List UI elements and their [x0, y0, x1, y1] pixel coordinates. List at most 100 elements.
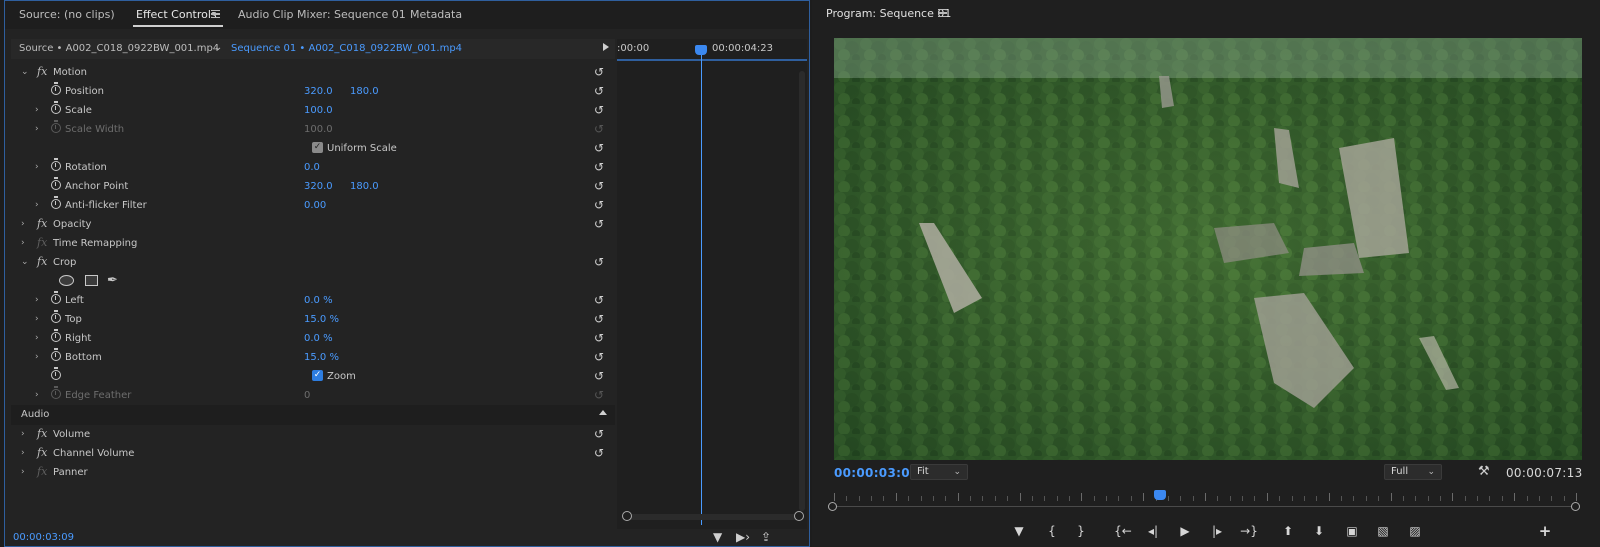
- audio-section-header[interactable]: Audio: [11, 405, 615, 425]
- pen-mask-icon[interactable]: ✒: [107, 273, 118, 288]
- source-clip-label[interactable]: Source • A002_C018_0922BW_001.mp4: [19, 43, 219, 54]
- step-forward-button[interactable]: |▸: [1207, 522, 1227, 540]
- stopwatch-icon[interactable]: [51, 196, 61, 209]
- playhead-handle[interactable]: [1154, 490, 1166, 500]
- timeline-ruler[interactable]: [617, 59, 807, 61]
- wrench-settings-icon[interactable]: ⚒: [1478, 464, 1490, 479]
- uniform-scale-checkbox[interactable]: ✓: [312, 142, 323, 153]
- playhead-line[interactable]: [701, 45, 702, 525]
- effect-crop[interactable]: ⌄ fx Crop ↺: [11, 253, 615, 272]
- play-triangle-icon[interactable]: [603, 43, 609, 51]
- stopwatch-icon[interactable]: [51, 177, 61, 190]
- tab-audio-clip-mixer[interactable]: Audio Clip Mixer: Sequence 01: [238, 8, 406, 21]
- collapse-up-icon[interactable]: [599, 410, 607, 415]
- reset-icon[interactable]: ↺: [594, 331, 604, 345]
- resolution-select[interactable]: Full ⌄: [1384, 464, 1442, 480]
- toggle-proxies-button[interactable]: ▨: [1405, 522, 1425, 540]
- stopwatch-icon[interactable]: [51, 101, 61, 114]
- stopwatch-icon[interactable]: [51, 82, 61, 95]
- fx-icon[interactable]: fx: [37, 65, 47, 78]
- reset-icon[interactable]: ↺: [594, 103, 604, 117]
- zoom-level-select[interactable]: Fit ⌄: [910, 464, 968, 480]
- go-to-out-button[interactable]: →}: [1237, 522, 1261, 540]
- expand-caret-icon[interactable]: ›: [35, 162, 39, 172]
- expand-caret-icon[interactable]: ›: [35, 295, 39, 305]
- effect-motion[interactable]: ⌄ fx Motion ↺: [11, 63, 615, 82]
- effect-channel-volume[interactable]: › fx Channel Volume ↺: [11, 444, 615, 463]
- expand-caret-icon[interactable]: ›: [21, 448, 25, 458]
- ellipse-mask-icon[interactable]: [59, 275, 74, 286]
- crop-top-value[interactable]: 15.0 %: [304, 314, 339, 325]
- export-icon[interactable]: ⇪: [761, 530, 771, 544]
- reset-icon[interactable]: ↺: [594, 350, 604, 364]
- playhead-handle[interactable]: [695, 45, 707, 55]
- crop-right-value[interactable]: 0.0 %: [304, 333, 333, 344]
- zoom-handle-left[interactable]: [828, 502, 837, 511]
- effect-controls-timeline[interactable]: :00:00 00:00:04:23: [617, 39, 807, 529]
- export-frame-button[interactable]: ▣: [1342, 522, 1362, 540]
- panel-menu-icon[interactable]: [211, 10, 220, 18]
- reset-icon[interactable]: ↺: [594, 369, 604, 383]
- mark-out-button[interactable]: }: [1071, 522, 1091, 540]
- crop-left-value[interactable]: 0.0 %: [304, 295, 333, 306]
- fx-icon[interactable]: fx: [37, 446, 47, 459]
- play-button[interactable]: ▶: [1175, 522, 1195, 540]
- lift-button[interactable]: ⬆: [1278, 522, 1298, 540]
- expand-caret-icon[interactable]: ›: [35, 200, 39, 210]
- tab-effect-controls[interactable]: Effect Controls: [136, 8, 217, 21]
- video-preview[interactable]: [834, 38, 1582, 460]
- zoom-checkbox[interactable]: ✓: [312, 370, 323, 381]
- fx-icon[interactable]: fx: [37, 255, 47, 268]
- comparison-view-button[interactable]: ▧: [1373, 522, 1393, 540]
- program-monitor-title[interactable]: Program: Sequence 01: [826, 7, 951, 20]
- loop-audio-icon[interactable]: ▶›: [736, 530, 750, 544]
- reset-icon[interactable]: ↺: [594, 84, 604, 98]
- reset-icon[interactable]: ↺: [594, 427, 604, 441]
- step-back-button[interactable]: ◂|: [1143, 522, 1163, 540]
- expand-caret-icon[interactable]: ⌄: [21, 257, 29, 267]
- reset-icon[interactable]: ↺: [594, 141, 604, 155]
- sequence-clip-label[interactable]: Sequence 01 • A002_C018_0922BW_001.mp4: [231, 43, 462, 54]
- program-time-ruler[interactable]: [828, 488, 1582, 512]
- button-editor-add[interactable]: +: [1535, 522, 1555, 540]
- anti-flicker-value[interactable]: 0.00: [304, 200, 326, 211]
- add-marker-button[interactable]: ▼: [1009, 522, 1029, 540]
- stopwatch-icon[interactable]: [51, 291, 61, 304]
- effect-opacity[interactable]: › fx Opacity ↺: [11, 215, 615, 234]
- stopwatch-icon[interactable]: [51, 310, 61, 323]
- anchor-x-value[interactable]: 320.0: [304, 181, 333, 192]
- reset-icon[interactable]: ↺: [594, 217, 604, 231]
- reset-icon[interactable]: ↺: [594, 65, 604, 79]
- zoom-handle-right[interactable]: [1571, 502, 1580, 511]
- chevron-down-icon[interactable]: ⌄: [214, 42, 222, 53]
- reset-icon[interactable]: ↺: [594, 179, 604, 193]
- crop-bottom-value[interactable]: 15.0 %: [304, 352, 339, 363]
- reset-icon[interactable]: ↺: [594, 160, 604, 174]
- stopwatch-icon[interactable]: [51, 348, 61, 361]
- reset-icon[interactable]: ↺: [594, 312, 604, 326]
- expand-caret-icon[interactable]: ›: [21, 238, 25, 248]
- effect-volume[interactable]: › fx Volume ↺: [11, 425, 615, 444]
- expand-caret-icon[interactable]: ›: [21, 219, 25, 229]
- stopwatch-icon[interactable]: [51, 158, 61, 171]
- effect-panner[interactable]: › fx Panner: [11, 463, 615, 482]
- rectangle-mask-icon[interactable]: [85, 275, 98, 286]
- expand-caret-icon[interactable]: ›: [35, 333, 39, 343]
- go-to-in-button[interactable]: {←: [1111, 522, 1135, 540]
- expand-caret-icon[interactable]: ›: [35, 105, 39, 115]
- scale-value[interactable]: 100.0: [304, 105, 333, 116]
- stopwatch-icon[interactable]: [51, 329, 61, 342]
- expand-caret-icon[interactable]: ›: [21, 467, 25, 477]
- reset-icon[interactable]: ↺: [594, 446, 604, 460]
- rotation-value[interactable]: 0.0: [304, 162, 320, 173]
- panel-menu-icon[interactable]: [938, 9, 947, 17]
- reset-icon[interactable]: ↺: [594, 198, 604, 212]
- playhead-timecode[interactable]: 00:00:03:09: [834, 466, 919, 480]
- stopwatch-icon[interactable]: [51, 367, 61, 380]
- anchor-y-value[interactable]: 180.0: [350, 181, 379, 192]
- extract-button[interactable]: ⬇: [1309, 522, 1329, 540]
- expand-caret-icon[interactable]: ›: [21, 429, 25, 439]
- mark-in-button[interactable]: {: [1042, 522, 1062, 540]
- position-x-value[interactable]: 320.0: [304, 86, 333, 97]
- expand-caret-icon[interactable]: ›: [35, 352, 39, 362]
